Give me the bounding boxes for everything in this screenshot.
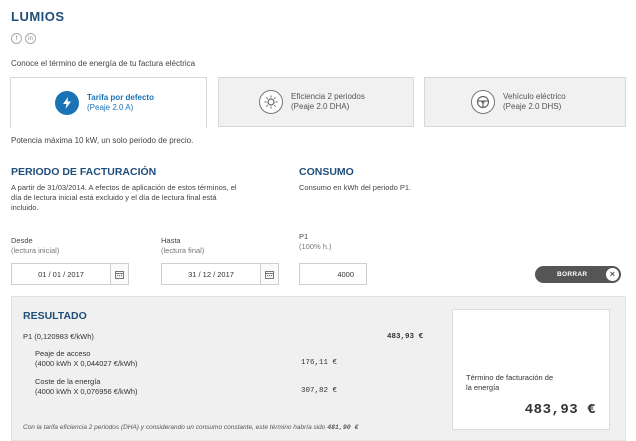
calendar-icon[interactable]	[111, 263, 129, 285]
total-value: 483,93 €	[524, 402, 596, 418]
tab-subtitle: (Peaje 2.0 A)	[87, 103, 134, 112]
linkedin-icon[interactable]: in	[25, 33, 36, 44]
intro-text: Conoce el término de energía de tu factu…	[11, 59, 196, 68]
result-panel: RESULTADO P1 (0,120983 €/kWh) 483,93 € P…	[11, 296, 626, 441]
sun-icon	[259, 90, 283, 114]
tab-efficiency[interactable]: Eficiencia 2 periodos (Peaje 2.0 DHA)	[218, 77, 414, 127]
access-toll-label: Peaje de acceso	[35, 349, 91, 358]
from-label-sub: (lectura inicial)	[11, 246, 60, 255]
to-label-text: Hasta	[161, 236, 181, 245]
access-toll-block: Peaje de acceso (4000 kWh X 0,044027 €/k…	[35, 349, 138, 369]
dha-footnote: Con la tarifa eficiencia 2 periodos (DHA…	[23, 424, 358, 431]
energy-cost-block: Coste de la energía (4000 kWh X 0,076956…	[35, 377, 138, 397]
footnote-text: Con la tarifa eficiencia 2 periodos (DHA…	[23, 424, 326, 431]
total-label-line: Término de facturación de	[466, 373, 554, 382]
billing-text-line: incluido.	[11, 203, 39, 212]
calendar-icon[interactable]	[261, 263, 279, 285]
consumption-description: Consumo en kWh del periodo P1.	[299, 183, 412, 192]
from-label: Desde (lectura inicial)	[11, 236, 59, 256]
billing-title: PERIODO DE FACTURACIÓN	[11, 166, 157, 178]
billing-description: A partir de 31/03/2014. A efectos de apl…	[11, 183, 291, 213]
clear-button-label: BORRAR	[557, 271, 588, 278]
billing-text-line: A partir de 31/03/2014. A efectos de apl…	[11, 183, 237, 192]
result-title: RESULTADO	[23, 310, 87, 322]
tab-title: Vehículo eléctrico	[503, 92, 566, 101]
access-toll-value: 176,11 €	[301, 359, 338, 367]
energy-cost-label: Coste de la energía	[35, 377, 101, 386]
tab-subtitle: (Peaje 2.0 DHA)	[291, 102, 350, 111]
clear-button[interactable]: BORRAR ×	[535, 266, 621, 283]
tariff-tabs: Tarifa por defecto (Peaje 2.0 A) Eficien…	[10, 77, 626, 128]
billing-text-line: día de lectura inicial está excluido y e…	[11, 193, 217, 202]
p1-label: P1 (100% h.)	[299, 232, 332, 252]
brand-logo: LUMIOS	[11, 9, 65, 24]
to-date-input[interactable]: 31 / 12 / 2017	[161, 263, 261, 285]
consumption-title: CONSUMO	[299, 166, 354, 178]
footnote-value: 481,90 €	[327, 424, 359, 431]
to-label: Hasta (lectura final)	[161, 236, 204, 256]
p1-label-text: P1	[299, 232, 309, 241]
from-date-input[interactable]: 01 / 01 / 2017	[11, 263, 111, 285]
energy-cost-value: 307,82 €	[301, 387, 338, 395]
total-label-line: la energía	[466, 383, 500, 392]
total-box: Término de facturación de la energía 483…	[452, 309, 610, 430]
close-icon: ×	[606, 268, 619, 281]
p1-consumption-input[interactable]: 4000	[299, 263, 367, 285]
facebook-icon[interactable]: f	[11, 33, 22, 44]
tab-electric-vehicle[interactable]: Vehículo eléctrico (Peaje 2.0 DHS)	[424, 77, 626, 127]
tab-subtitle: (Peaje 2.0 DHS)	[503, 102, 562, 111]
to-label-sub: (lectura final)	[161, 246, 205, 255]
access-toll-formula: (4000 kWh X 0,044027 €/kWh)	[35, 359, 138, 368]
lightning-icon	[55, 91, 79, 115]
p1-total-value: 483,93 €	[387, 333, 424, 341]
tab-title: Tarifa por defecto	[87, 93, 154, 102]
total-label: Término de facturación de la energía	[466, 373, 596, 393]
p1-label-sub: (100% h.)	[299, 242, 332, 251]
steering-wheel-icon	[471, 90, 495, 114]
social-links: f in	[11, 33, 36, 44]
tab-title: Eficiencia 2 periodos	[291, 92, 365, 101]
energy-cost-formula: (4000 kWh X 0,076956 €/kWh)	[35, 387, 138, 396]
tab-default-tariff[interactable]: Tarifa por defecto (Peaje 2.0 A)	[10, 77, 207, 128]
p1-price-line: P1 (0,120983 €/kWh)	[23, 332, 94, 341]
from-label-text: Desde	[11, 236, 33, 245]
power-note: Potencia máxima 10 kW, un solo periodo d…	[11, 136, 194, 145]
